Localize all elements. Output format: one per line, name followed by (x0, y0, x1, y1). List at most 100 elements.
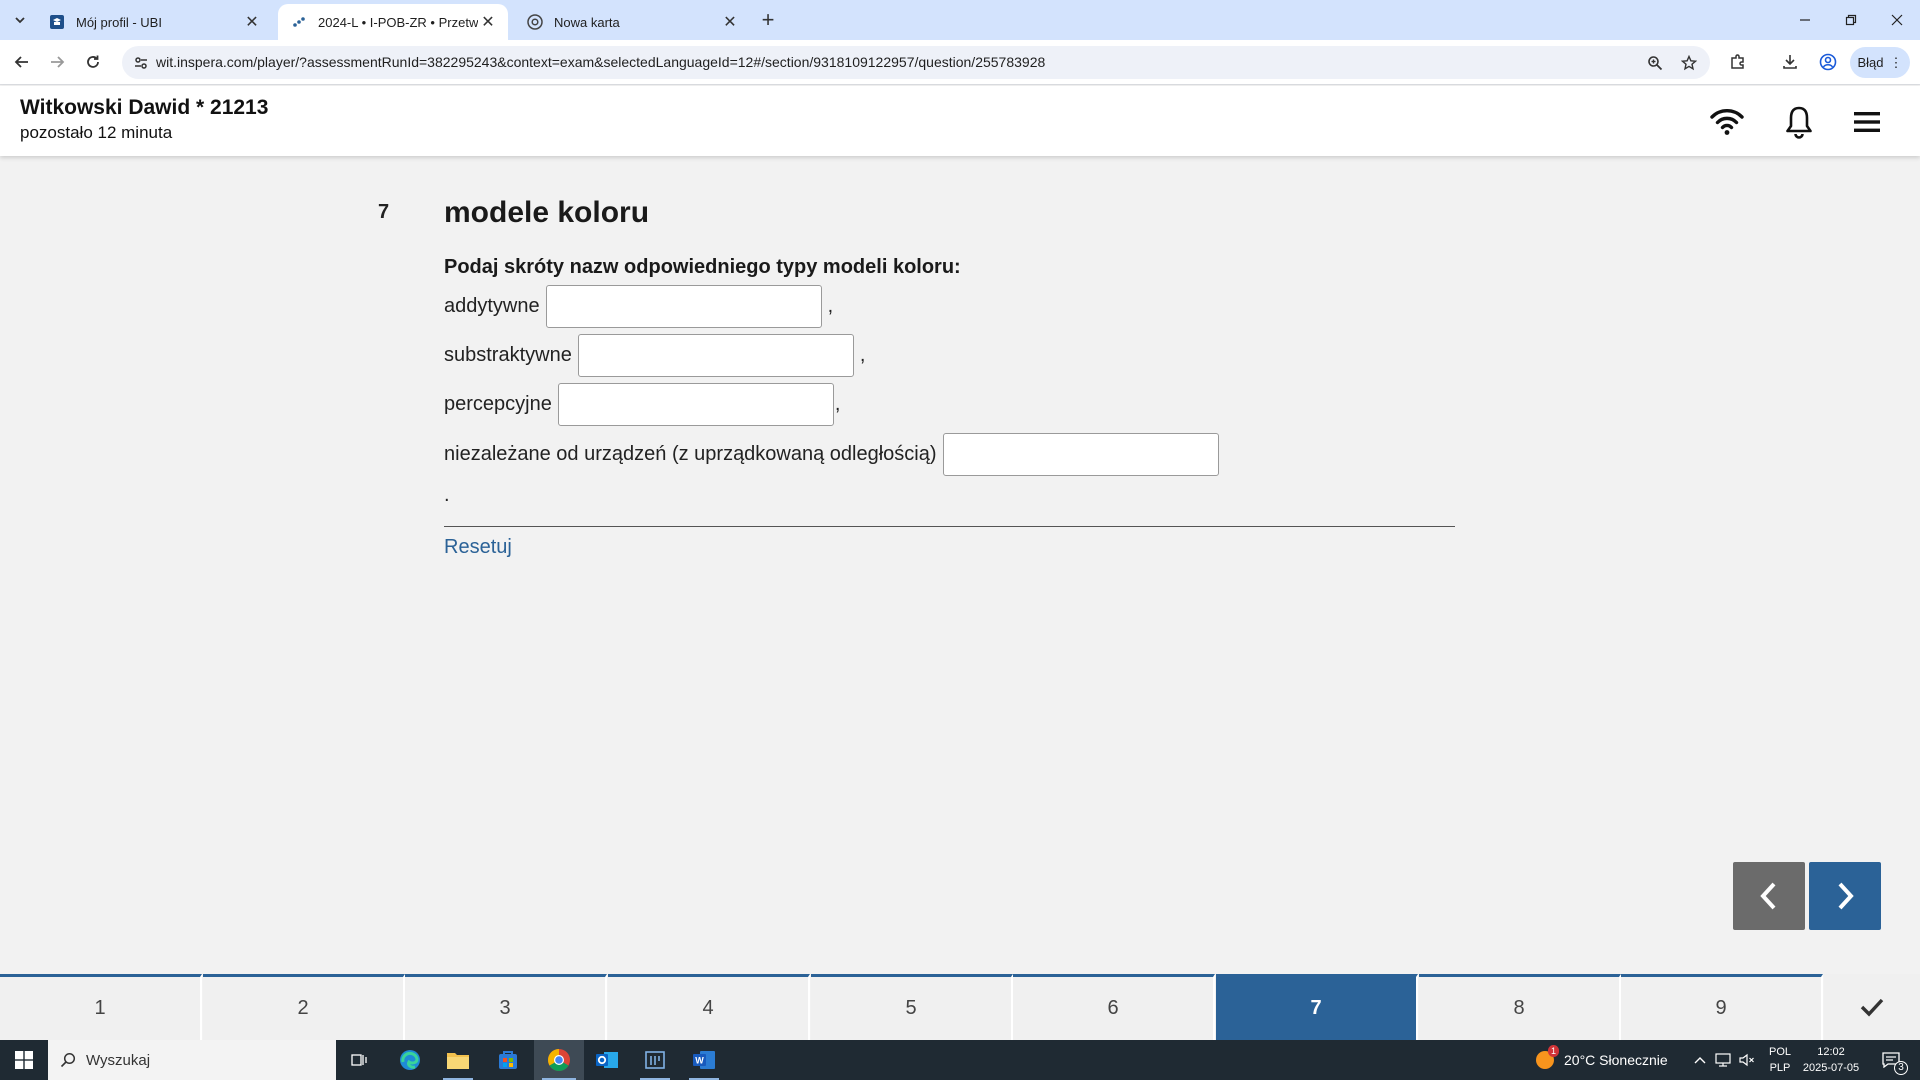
forward-button[interactable] (43, 48, 71, 76)
answer-input-subtractive[interactable] (577, 334, 854, 377)
answer-label: percepcyjne (444, 393, 552, 415)
chevron-up-icon (1694, 1057, 1706, 1064)
downloads-button[interactable] (1776, 48, 1804, 76)
browser-tab-exam[interactable]: 2024-L • I-POB-ZR • Przetwarza ✕ (278, 4, 508, 40)
url-text[interactable]: wit.inspera.com/player/?assessmentRunId=… (156, 54, 1045, 70)
reload-icon (87, 55, 99, 68)
candidate-name: Witkowski Dawid * 21213 (20, 96, 269, 119)
account-icon (1819, 53, 1837, 71)
taskbar-app-edge[interactable] (387, 1040, 433, 1080)
volume-tray-button[interactable] (1736, 1040, 1758, 1080)
answer-input-perceptual[interactable] (557, 383, 834, 426)
close-window-button[interactable] (1874, 0, 1920, 40)
profile-error-label: Błąd (1857, 55, 1884, 70)
weather-widget[interactable]: 1 20°C Słonecznie (1534, 1040, 1668, 1080)
bookmark-star-icon[interactable] (1678, 52, 1700, 74)
taskbar-app-explorer[interactable] (435, 1040, 481, 1080)
taskbar-app-teams[interactable] (632, 1040, 678, 1080)
svg-text:W: W (695, 1056, 704, 1066)
restore-icon (1845, 14, 1857, 26)
extensions-button[interactable] (1724, 48, 1752, 76)
profile-error-button[interactable]: Błąd ⋮ (1850, 47, 1910, 78)
close-tab-icon[interactable]: ✕ (478, 12, 498, 32)
taskbar-clock[interactable]: 12:02 2025-07-05 (1800, 1044, 1862, 1076)
taskbar-app-chrome[interactable] (534, 1040, 584, 1080)
taskbar-app-outlook[interactable] (584, 1040, 630, 1080)
notification-count: 3 (1894, 1061, 1908, 1075)
clock-date: 2025-07-05 (1802, 1062, 1860, 1074)
question-nav-item[interactable]: 1 (0, 974, 202, 1040)
search-icon (60, 1052, 76, 1068)
windows-logo-icon (15, 1051, 33, 1069)
notifications-button[interactable] (1781, 104, 1817, 140)
new-tab-button[interactable]: + (756, 7, 780, 32)
answer-suffix: , (859, 344, 866, 366)
inspera-favicon-icon (290, 13, 308, 31)
main-menu-button[interactable] (1849, 104, 1885, 140)
close-tab-icon[interactable]: ✕ (720, 12, 740, 32)
question-prompt: Podaj skróty nazw odpowiedniego typy mod… (444, 256, 961, 278)
folder-icon (447, 1053, 469, 1069)
question-nav-item[interactable]: 6 (1013, 974, 1215, 1040)
input-language-indicator[interactable]: POL PLP (1766, 1044, 1794, 1076)
minimize-icon (1800, 19, 1810, 21)
answer-suffix: , (827, 295, 834, 317)
question-navigation: 1 2 3 4 5 6 7 8 9 (0, 974, 1920, 1040)
more-vert-icon: ⋮ (1889, 54, 1903, 70)
tab-search-button[interactable] (8, 8, 32, 32)
speaker-muted-icon (1739, 1053, 1754, 1067)
taskbar-app-store[interactable] (485, 1040, 531, 1080)
show-hidden-icons-button[interactable] (1690, 1040, 1710, 1080)
puzzle-icon (1731, 54, 1744, 69)
minimize-button[interactable] (1782, 0, 1828, 40)
question-nav-item[interactable]: 3 (405, 974, 607, 1040)
connection-status-button[interactable] (1709, 104, 1745, 140)
browser-tab-profile[interactable]: Mój profil - UBI ✕ (36, 4, 272, 40)
tab-title: Nowa karta (554, 14, 620, 30)
next-question-button[interactable] (1809, 862, 1881, 930)
close-tab-icon[interactable]: ✕ (242, 12, 262, 32)
time-remaining: pozostało 12 minuta (20, 123, 173, 142)
taskbar-app-word[interactable]: W (681, 1040, 727, 1080)
chevron-down-icon (15, 17, 25, 24)
arrow-left-icon (14, 56, 28, 68)
question-nav-item[interactable]: 4 (608, 974, 810, 1040)
question-nav-item[interactable]: 2 (203, 974, 405, 1040)
restore-button[interactable] (1828, 0, 1874, 40)
question-end-mark: . (444, 484, 450, 506)
taskbar-search-box[interactable]: Wyszukaj (48, 1040, 336, 1080)
profile-button[interactable] (1814, 48, 1842, 76)
back-button[interactable] (8, 48, 36, 76)
answer-input-device-independent[interactable] (942, 433, 1219, 476)
weather-badge: 1 (1547, 1045, 1559, 1057)
question-nav-item-current[interactable]: 7 (1216, 974, 1418, 1040)
search-placeholder: Wyszukaj (86, 1051, 151, 1069)
site-settings-icon[interactable] (130, 52, 152, 74)
notification-center-button[interactable]: 3 (1868, 1040, 1914, 1080)
task-view-button[interactable] (337, 1040, 383, 1080)
address-bar[interactable]: wit.inspera.com/player/?assessmentRunId=… (122, 46, 1710, 79)
divider (444, 526, 1455, 527)
ubi-favicon-icon (48, 13, 66, 31)
chrome-favicon-icon (526, 13, 544, 31)
answer-suffix: , (834, 393, 841, 415)
answer-input-additive[interactable] (545, 285, 822, 328)
network-tray-button[interactable] (1712, 1040, 1734, 1080)
windows-taskbar: Wyszukaj W 1 20°C Słonecznie POL PLP 12:… (0, 1040, 1920, 1080)
tab-title: Mój profil - UBI (76, 14, 162, 30)
question-nav-item[interactable]: 8 (1419, 974, 1621, 1040)
reload-button[interactable] (79, 48, 107, 76)
start-button[interactable] (0, 1040, 48, 1080)
question-title: modele koloru (444, 196, 650, 229)
submit-exam-button[interactable] (1824, 974, 1920, 1040)
language-code: POL (1768, 1046, 1791, 1058)
answer-label: addytywne (444, 295, 540, 317)
answer-label: niezależane od urządzeń (z uprządkowaną … (444, 443, 937, 465)
question-nav-item[interactable]: 5 (811, 974, 1013, 1040)
question-nav-item[interactable]: 9 (1621, 974, 1823, 1040)
reset-link[interactable]: Resetuj (444, 536, 512, 559)
zoom-icon[interactable] (1644, 52, 1666, 74)
previous-question-button[interactable] (1733, 862, 1805, 930)
answer-row-device-independent: niezależane od urządzeń (z uprządkowaną … (444, 433, 1225, 476)
browser-tab-new[interactable]: Nowa karta ✕ (514, 4, 750, 40)
